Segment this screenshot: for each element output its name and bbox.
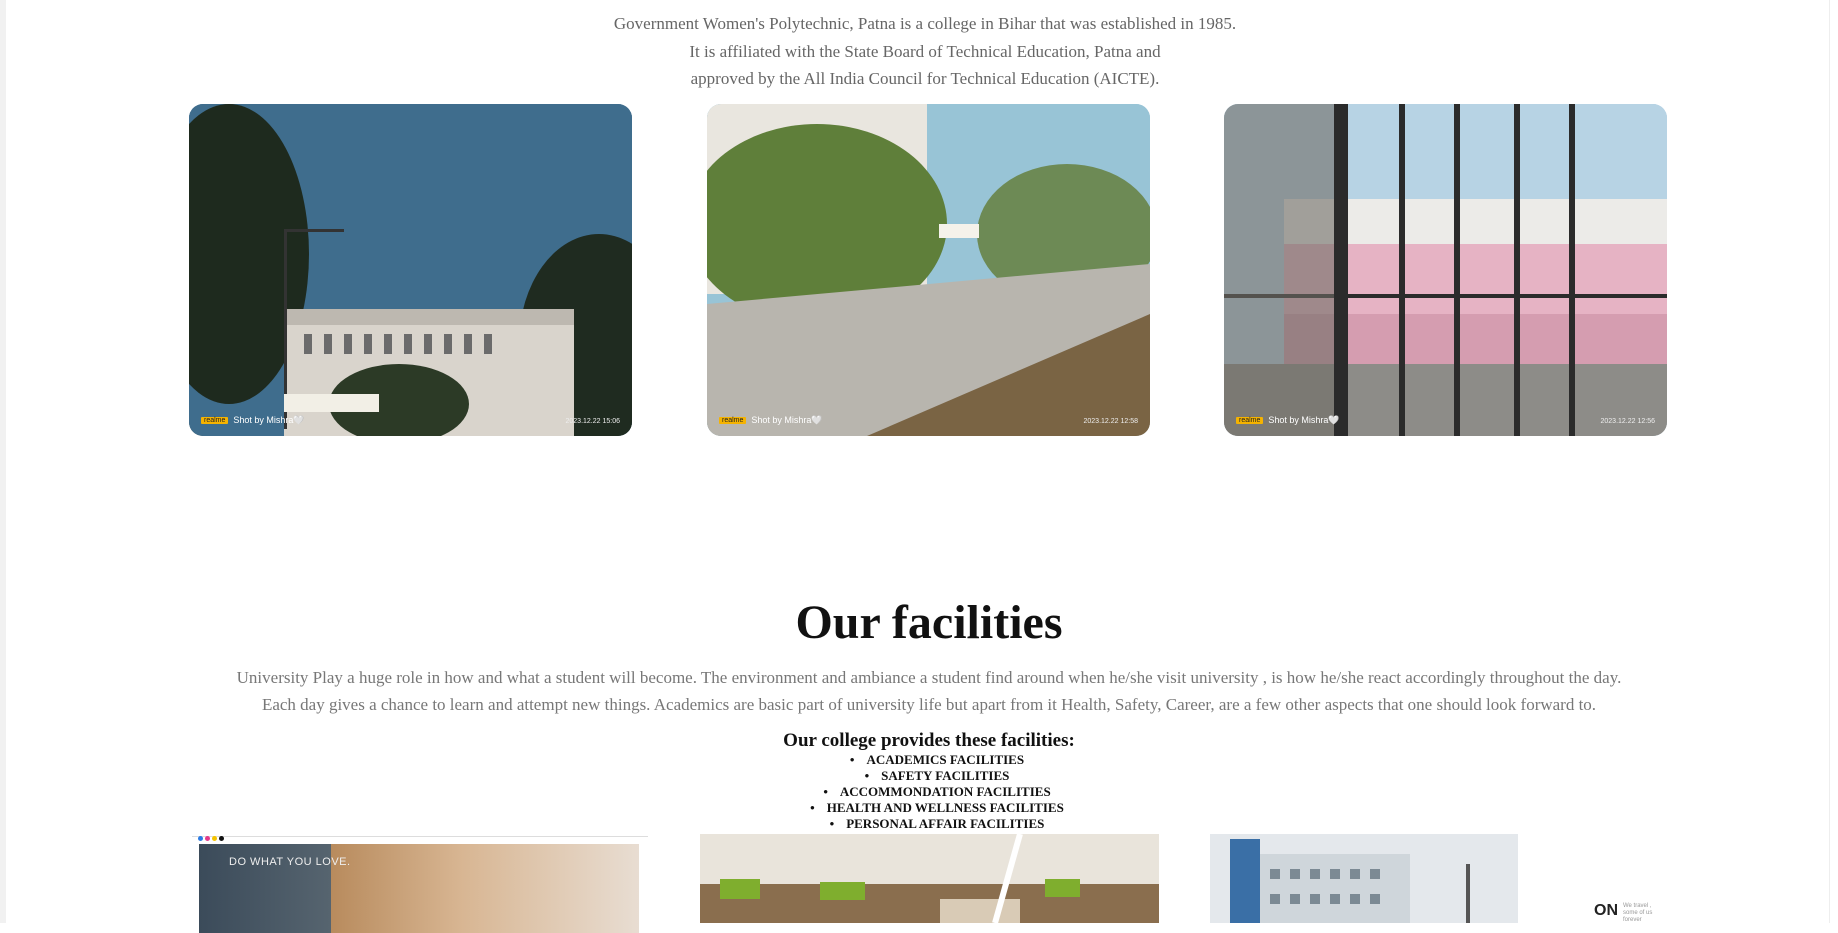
photo-timestamp: 2023.12.22 15:06	[565, 418, 621, 425]
intro-line-3: approved by the All India Council for Te…	[690, 69, 1160, 88]
photo-3-watermark: realme Shot by Mishra🤍	[1236, 415, 1340, 426]
list-item: PERSONAL AFFAIR FACILITIES	[0, 816, 1838, 832]
brand-badge: realme	[1236, 417, 1264, 424]
list-item: ACCOMMONDATION FACILITIES	[0, 784, 1838, 800]
list-item: HEALTH AND WELLNESS FACILITIES	[0, 800, 1838, 816]
on-badge: ON	[1594, 902, 1618, 919]
photo-1-watermark: realme Shot by Mishra🤍	[201, 415, 305, 426]
intro-line-1: Government Women's Polytechnic, Patna is…	[613, 14, 1237, 33]
facilities-heading: Our facilities	[795, 596, 1063, 649]
facilities-list: ACADEMICS FACILITIES SAFETY FACILITIES A…	[0, 752, 1838, 832]
facilities-desc-line-2: Each day gives a chance to learn and att…	[261, 695, 1597, 714]
provides-title: Our college provides these facilities:	[783, 730, 1075, 751]
intro-text: Government Women's Polytechnic, Patna is…	[0, 10, 1838, 93]
on-subtext: We travel , some of us forever	[1623, 903, 1653, 923]
college-photo-gallery: realme Shot by Mishra🤍 2023.12.22 15:06 r…	[0, 104, 1838, 436]
photo-credit: Shot by Mishra🤍	[751, 415, 823, 425]
facilities-description: University Play a huge role in how and w…	[0, 664, 1838, 718]
color-dots	[198, 836, 224, 841]
college-photo-2: realme Shot by Mishra🤍 2023.12.22 12:58	[707, 104, 1150, 436]
facilities-desc-line-1: University Play a huge role in how and w…	[236, 668, 1622, 687]
facility-image-2	[700, 834, 1159, 923]
building-scene	[1210, 834, 1518, 923]
brand-badge: realme	[719, 417, 747, 424]
image-caption: DO WHAT YOU LOVE.	[229, 856, 351, 868]
intro-line-2: It is affiliated with the State Board of…	[689, 41, 1161, 61]
college-photo-3: realme Shot by Mishra🤍 2023.12.22 12:56	[1224, 104, 1667, 436]
classroom-scene	[700, 834, 1159, 923]
photo-3-scene	[1224, 104, 1667, 436]
facility-image-3	[1210, 834, 1518, 923]
list-item: ACADEMICS FACILITIES	[0, 752, 1838, 768]
photo-credit: Shot by Mishra🤍	[1268, 415, 1340, 425]
photo-1-scene	[189, 104, 632, 436]
photo-timestamp: 2023.12.22 12:58	[1083, 418, 1139, 425]
college-photo-1: realme Shot by Mishra🤍 2023.12.22 15:06	[189, 104, 632, 436]
photo-2-scene	[707, 104, 1150, 436]
photo-2-watermark: realme Shot by Mishra🤍	[719, 415, 823, 426]
photo-credit: Shot by Mishra🤍	[233, 415, 305, 425]
photo-timestamp: 2023.12.22 12:56	[1600, 418, 1656, 425]
list-item: SAFETY FACILITIES	[0, 768, 1838, 784]
brand-badge: realme	[201, 417, 229, 424]
facility-image-1: DO WHAT YOU LOVE.	[199, 844, 639, 933]
